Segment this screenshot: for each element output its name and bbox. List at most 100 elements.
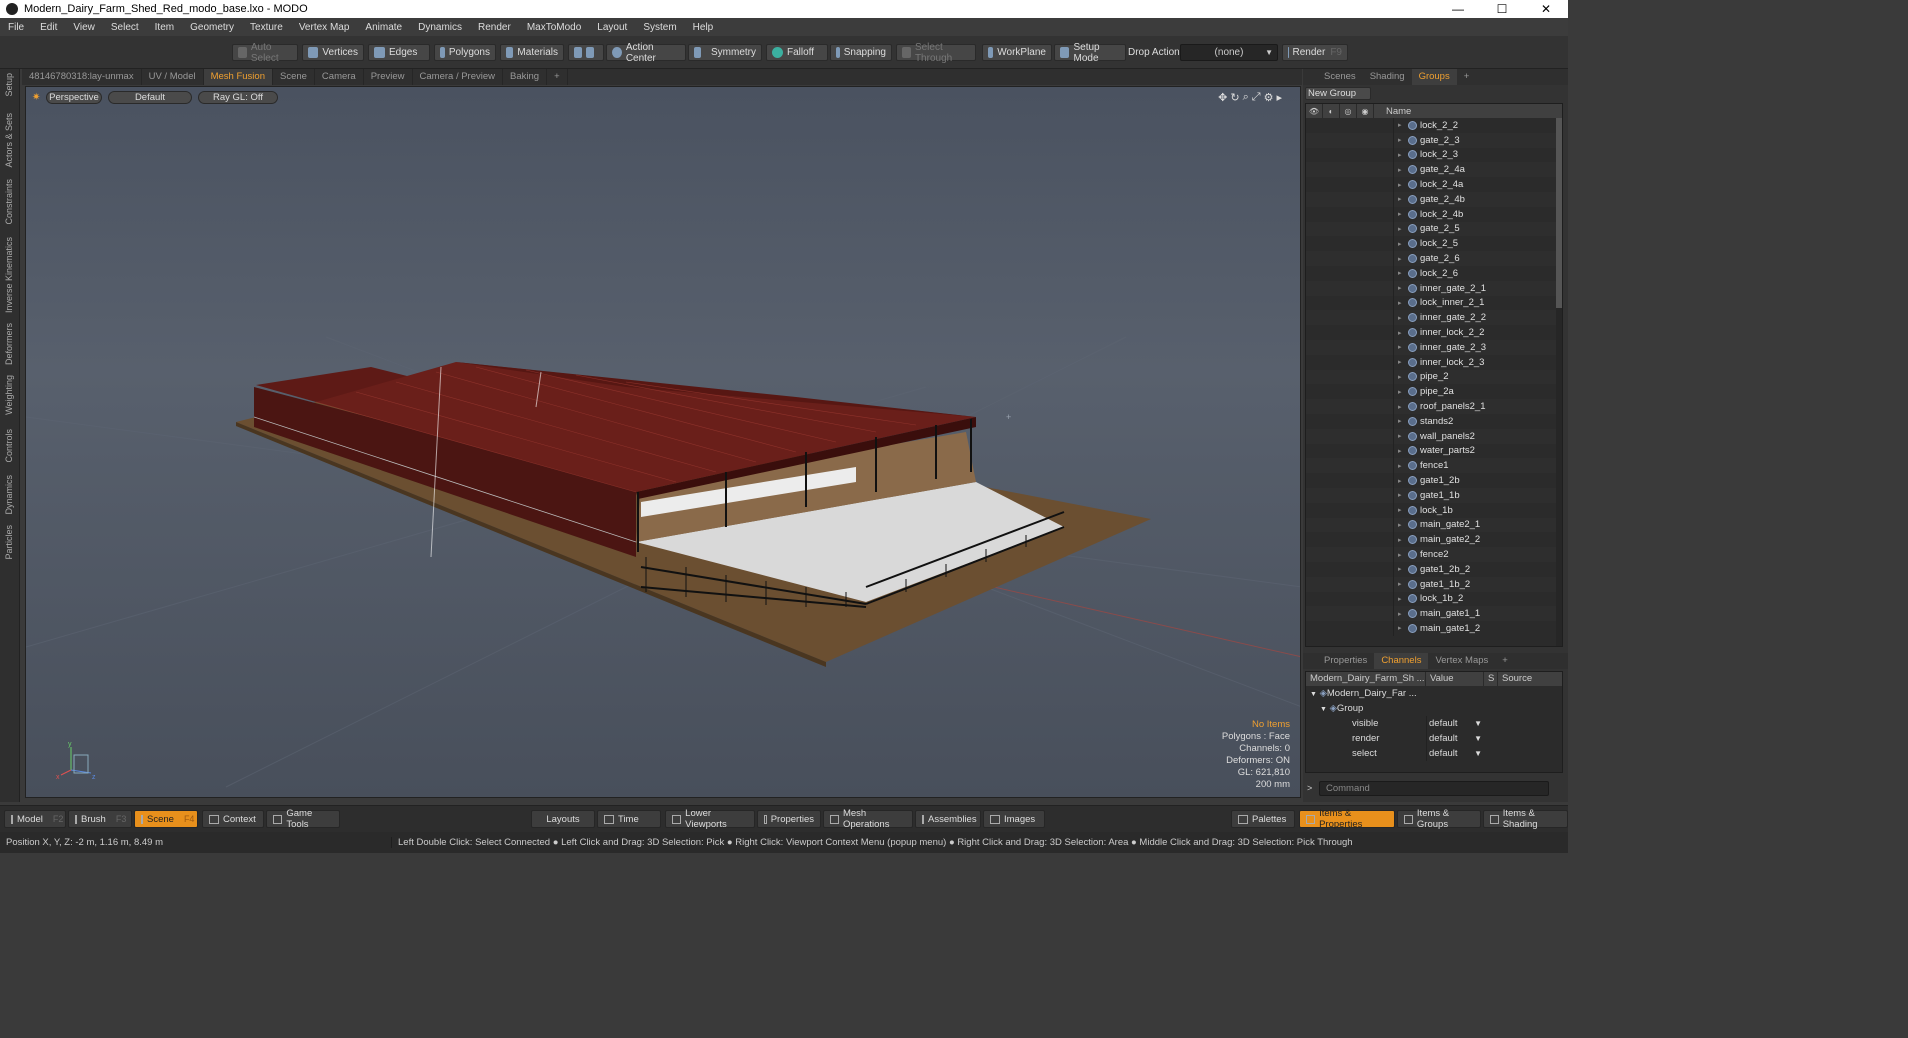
tab-vertex-maps[interactable]: Vertex Maps: [1428, 653, 1495, 669]
expand-arrow-icon[interactable]: ▸: [1398, 358, 1402, 366]
expand-arrow-icon[interactable]: ▸: [1398, 299, 1402, 307]
expand-arrow-icon[interactable]: ▸: [1398, 388, 1402, 396]
chevron-down-icon[interactable]: ▼: [1474, 716, 1482, 731]
menu-file[interactable]: File: [0, 22, 32, 33]
group-list-item[interactable]: ▸ stands2: [1306, 413, 1562, 429]
properties-button[interactable]: Properties: [757, 810, 821, 828]
expand-arrow-icon[interactable]: ▸: [1398, 373, 1402, 381]
palettes-button[interactable]: Palettes: [1231, 810, 1295, 828]
expand-arrow-icon[interactable]: ▸: [1398, 343, 1402, 351]
zoom-icon[interactable]: ⌕: [1243, 91, 1249, 104]
tab-channels[interactable]: Channels: [1374, 653, 1429, 669]
tab-weighting[interactable]: Weighting: [4, 375, 14, 415]
channel-value-visible[interactable]: default: [1429, 718, 1458, 729]
expand-arrow-icon[interactable]: ▸: [1398, 580, 1402, 588]
tab-camera[interactable]: Camera: [315, 69, 364, 85]
tab-layout-unmax[interactable]: 48146780318:lay-unmax: [22, 69, 142, 85]
group-list-item[interactable]: ▸ inner_gate_2_3: [1306, 339, 1562, 355]
edges-button[interactable]: Edges: [368, 44, 430, 61]
tab-deformers[interactable]: Deformers: [4, 323, 14, 365]
menu-texture[interactable]: Texture: [242, 22, 291, 33]
expand-arrow-icon[interactable]: ▸: [1398, 225, 1402, 233]
group-list-item[interactable]: ▸ gate_2_4a: [1306, 162, 1562, 178]
channel-group-row[interactable]: ▼ ◈Group: [1306, 701, 1562, 716]
group-list-item[interactable]: ▸ roof_panels2_1: [1306, 399, 1562, 414]
menu-item[interactable]: Item: [147, 22, 182, 33]
group-list-item[interactable]: ▸ inner_gate_2_2: [1306, 310, 1562, 326]
items-shading-button[interactable]: Items & Shading: [1483, 808, 1568, 830]
expand-arrow-icon[interactable]: ▸: [1398, 536, 1402, 544]
menu-render[interactable]: Render: [470, 22, 519, 33]
minimize-button[interactable]: —: [1436, 0, 1480, 18]
expand-arrow-icon[interactable]: ▸: [1398, 121, 1402, 129]
auto-select-button[interactable]: Auto Select: [232, 42, 298, 64]
scrollbar-thumb[interactable]: [1556, 118, 1562, 308]
drop-action-select[interactable]: (none) ▼: [1180, 44, 1278, 61]
group-list-item[interactable]: ▸ lock_inner_2_1: [1306, 295, 1562, 311]
mesh-operations-button[interactable]: Mesh Operations: [823, 808, 913, 830]
layouts-button[interactable]: Layouts: [531, 810, 595, 828]
items-groups-button[interactable]: Items & Groups: [1397, 808, 1481, 830]
group-list-item[interactable]: ▸ pipe_2: [1306, 369, 1562, 385]
expand-icon[interactable]: ▼: [1320, 706, 1327, 713]
symmetry-button[interactable]: Symmetry: [688, 44, 762, 61]
group-list-item[interactable]: ▸ water_parts2: [1306, 443, 1562, 459]
expand-arrow-icon[interactable]: ▸: [1398, 595, 1402, 603]
group-list-item[interactable]: ▸ lock_2_5: [1306, 236, 1562, 252]
group-list-item[interactable]: ▸ lock_2_2: [1306, 118, 1562, 133]
expand-arrow-icon[interactable]: ▸: [1398, 432, 1402, 440]
menu-geometry[interactable]: Geometry: [182, 22, 242, 33]
expand-arrow-icon[interactable]: ▸: [1398, 624, 1402, 632]
expand-arrow-icon[interactable]: ▸: [1398, 565, 1402, 573]
command-input[interactable]: Command: [1319, 781, 1549, 796]
menu-select[interactable]: Select: [103, 22, 147, 33]
tab-uv-model[interactable]: UV / Model: [142, 69, 204, 85]
action-center-button[interactable]: Action Center: [606, 42, 686, 64]
tab-camera-preview[interactable]: Camera / Preview: [413, 69, 504, 85]
channel-row-render[interactable]: render default ▼: [1306, 731, 1562, 746]
add-tab-button[interactable]: +: [547, 69, 568, 85]
group-list-item[interactable]: ▸ inner_gate_2_1: [1306, 280, 1562, 296]
expand-arrow-icon[interactable]: ▸: [1398, 151, 1402, 159]
group-list-item[interactable]: ▸ lock_2_4a: [1306, 177, 1562, 192]
expand-arrow-icon[interactable]: ▸: [1398, 314, 1402, 322]
gear-icon[interactable]: ⚙: [1264, 91, 1274, 104]
channels-source-header[interactable]: Source: [1498, 672, 1562, 686]
group-list-item[interactable]: ▸ lock_2_6: [1306, 265, 1562, 281]
raygl-pill[interactable]: Ray GL: Off: [198, 91, 278, 104]
expand-arrow-icon[interactable]: ▸: [1398, 284, 1402, 292]
expand-icon[interactable]: ▼: [1310, 691, 1317, 698]
assemblies-button[interactable]: Assemblies: [915, 810, 981, 828]
tab-baking[interactable]: Baking: [503, 69, 548, 85]
group-list-item[interactable]: ▸ gate1_2b: [1306, 473, 1562, 488]
menu-help[interactable]: Help: [685, 22, 722, 33]
menu-layout[interactable]: Layout: [589, 22, 635, 33]
group-list-item[interactable]: ▸ fence2: [1306, 547, 1562, 562]
group-list-item[interactable]: ▸ fence1: [1306, 458, 1562, 474]
chevron-down-icon[interactable]: ▼: [1474, 731, 1482, 746]
view-mode-pill[interactable]: Perspective: [46, 91, 102, 104]
channel-row-visible[interactable]: visible default ▼: [1306, 716, 1562, 731]
select-col-icon[interactable]: ◉: [1357, 104, 1374, 118]
menu-animate[interactable]: Animate: [357, 22, 410, 33]
element-mode-buttons[interactable]: [568, 44, 604, 61]
expand-arrow-icon[interactable]: ▸: [1398, 181, 1402, 189]
group-list-item[interactable]: ▸ gate1_1b_2: [1306, 576, 1562, 592]
expand-arrow-icon[interactable]: ▸: [1398, 447, 1402, 455]
expand-arrow-icon[interactable]: ▸: [1398, 417, 1402, 425]
groups-scrollbar[interactable]: [1556, 118, 1562, 646]
group-list-item[interactable]: ▸ gate_2_6: [1306, 251, 1562, 266]
group-list-item[interactable]: ▸ wall_panels2: [1306, 428, 1562, 444]
render-button[interactable]: Render F9: [1282, 44, 1348, 61]
expand-arrow-icon[interactable]: ▸: [1398, 551, 1402, 559]
expand-arrow-icon[interactable]: ▸: [1398, 610, 1402, 618]
group-list-item[interactable]: ▸ gate_2_5: [1306, 221, 1562, 237]
expand-arrow-icon[interactable]: ▸: [1398, 210, 1402, 218]
tab-mesh-fusion[interactable]: Mesh Fusion: [203, 69, 273, 85]
expand-arrow-icon[interactable]: ▸: [1398, 506, 1402, 514]
lower-viewports-button[interactable]: Lower Viewports: [665, 808, 755, 830]
expand-arrow-icon[interactable]: ▸: [1398, 255, 1402, 263]
polygons-button[interactable]: Polygons: [434, 44, 496, 61]
name-column-header[interactable]: Name: [1374, 106, 1411, 117]
channels-name-header[interactable]: Modern_Dairy_Farm_Sh ...: [1306, 672, 1426, 686]
